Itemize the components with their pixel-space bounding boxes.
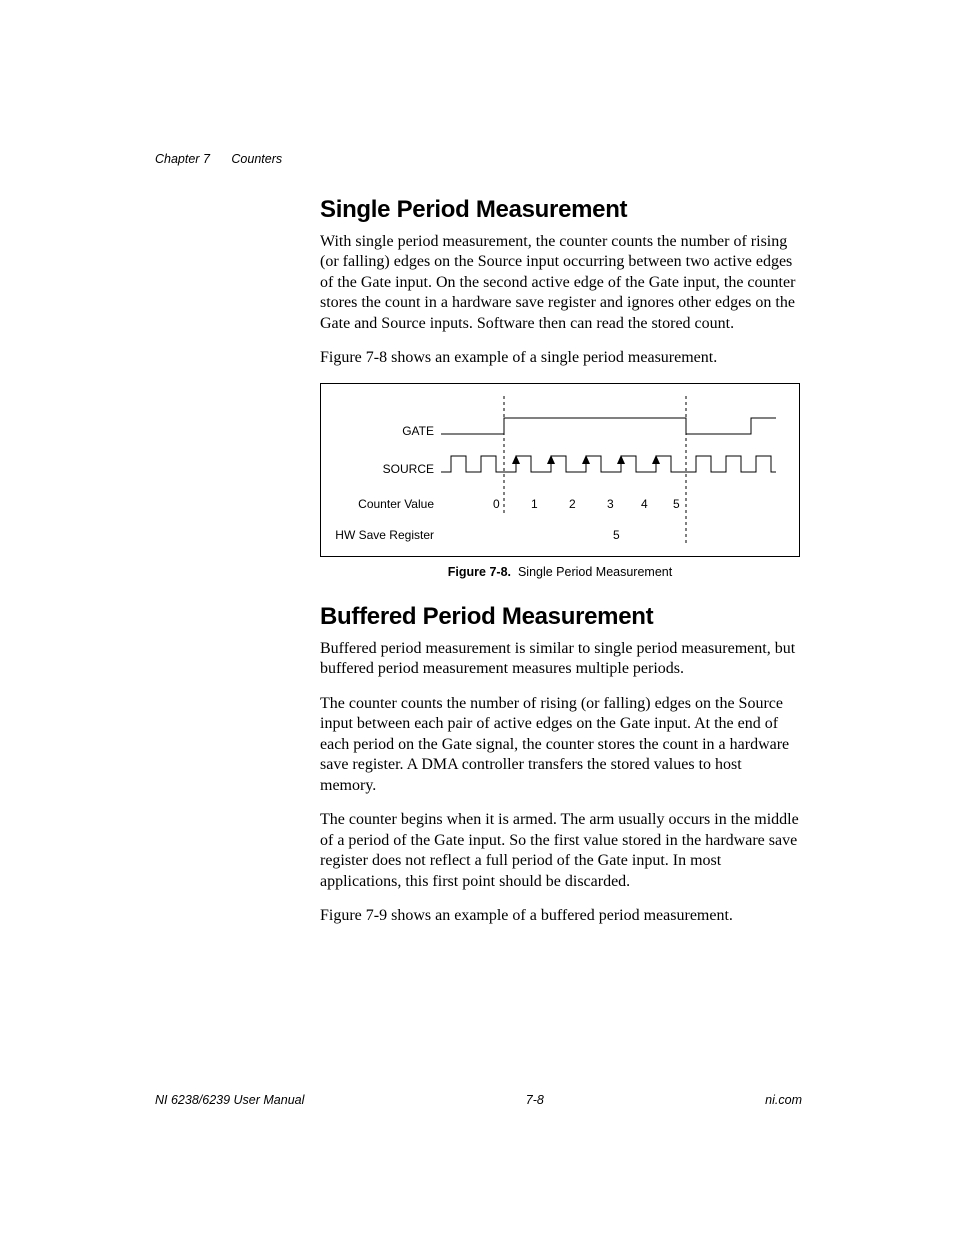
label-source: SOURCE: [321, 462, 434, 476]
para-buffered-3: The counter begins when it is armed. The…: [320, 810, 800, 892]
main-content: Single Period Measurement With single pe…: [320, 196, 800, 940]
para-buffered-2: The counter counts the number of rising …: [320, 694, 800, 796]
para-buffered-1: Buffered period measurement is similar t…: [320, 639, 800, 680]
heading-single-period: Single Period Measurement: [320, 196, 800, 224]
chapter-label: Chapter 7: [155, 152, 210, 166]
footer-manual: NI 6238/6239 User Manual: [155, 1093, 304, 1107]
footer-url: ni.com: [765, 1093, 802, 1107]
counter-val-3: 3: [607, 497, 614, 511]
counter-val-2: 2: [569, 497, 576, 511]
topic-label: Counters: [231, 152, 282, 166]
para-single-2: Figure 7-8 shows an example of a single …: [320, 348, 800, 368]
figure-number: Figure 7-8.: [448, 565, 511, 579]
footer-page: 7-8: [526, 1093, 544, 1107]
page-footer: NI 6238/6239 User Manual 7-8 ni.com: [155, 1093, 802, 1107]
figure-7-8: GATE SOURCE Counter Value HW Save Regist…: [320, 383, 800, 557]
page-header: Chapter 7 Counters: [155, 152, 282, 166]
heading-buffered-period: Buffered Period Measurement: [320, 603, 800, 631]
figure-caption: Figure 7-8. Single Period Measurement: [320, 565, 800, 579]
para-buffered-4: Figure 7-9 shows an example of a buffere…: [320, 906, 800, 926]
label-gate: GATE: [321, 424, 434, 438]
hw-save-value: 5: [613, 528, 620, 542]
counter-val-0: 0: [493, 497, 500, 511]
counter-val-5: 5: [673, 497, 680, 511]
label-counter: Counter Value: [321, 497, 434, 511]
counter-val-4: 4: [641, 497, 648, 511]
figure-caption-text: Single Period Measurement: [518, 565, 672, 579]
counter-val-1: 1: [531, 497, 538, 511]
para-single-1: With single period measurement, the coun…: [320, 232, 800, 334]
label-hwsave: HW Save Register: [321, 528, 434, 542]
